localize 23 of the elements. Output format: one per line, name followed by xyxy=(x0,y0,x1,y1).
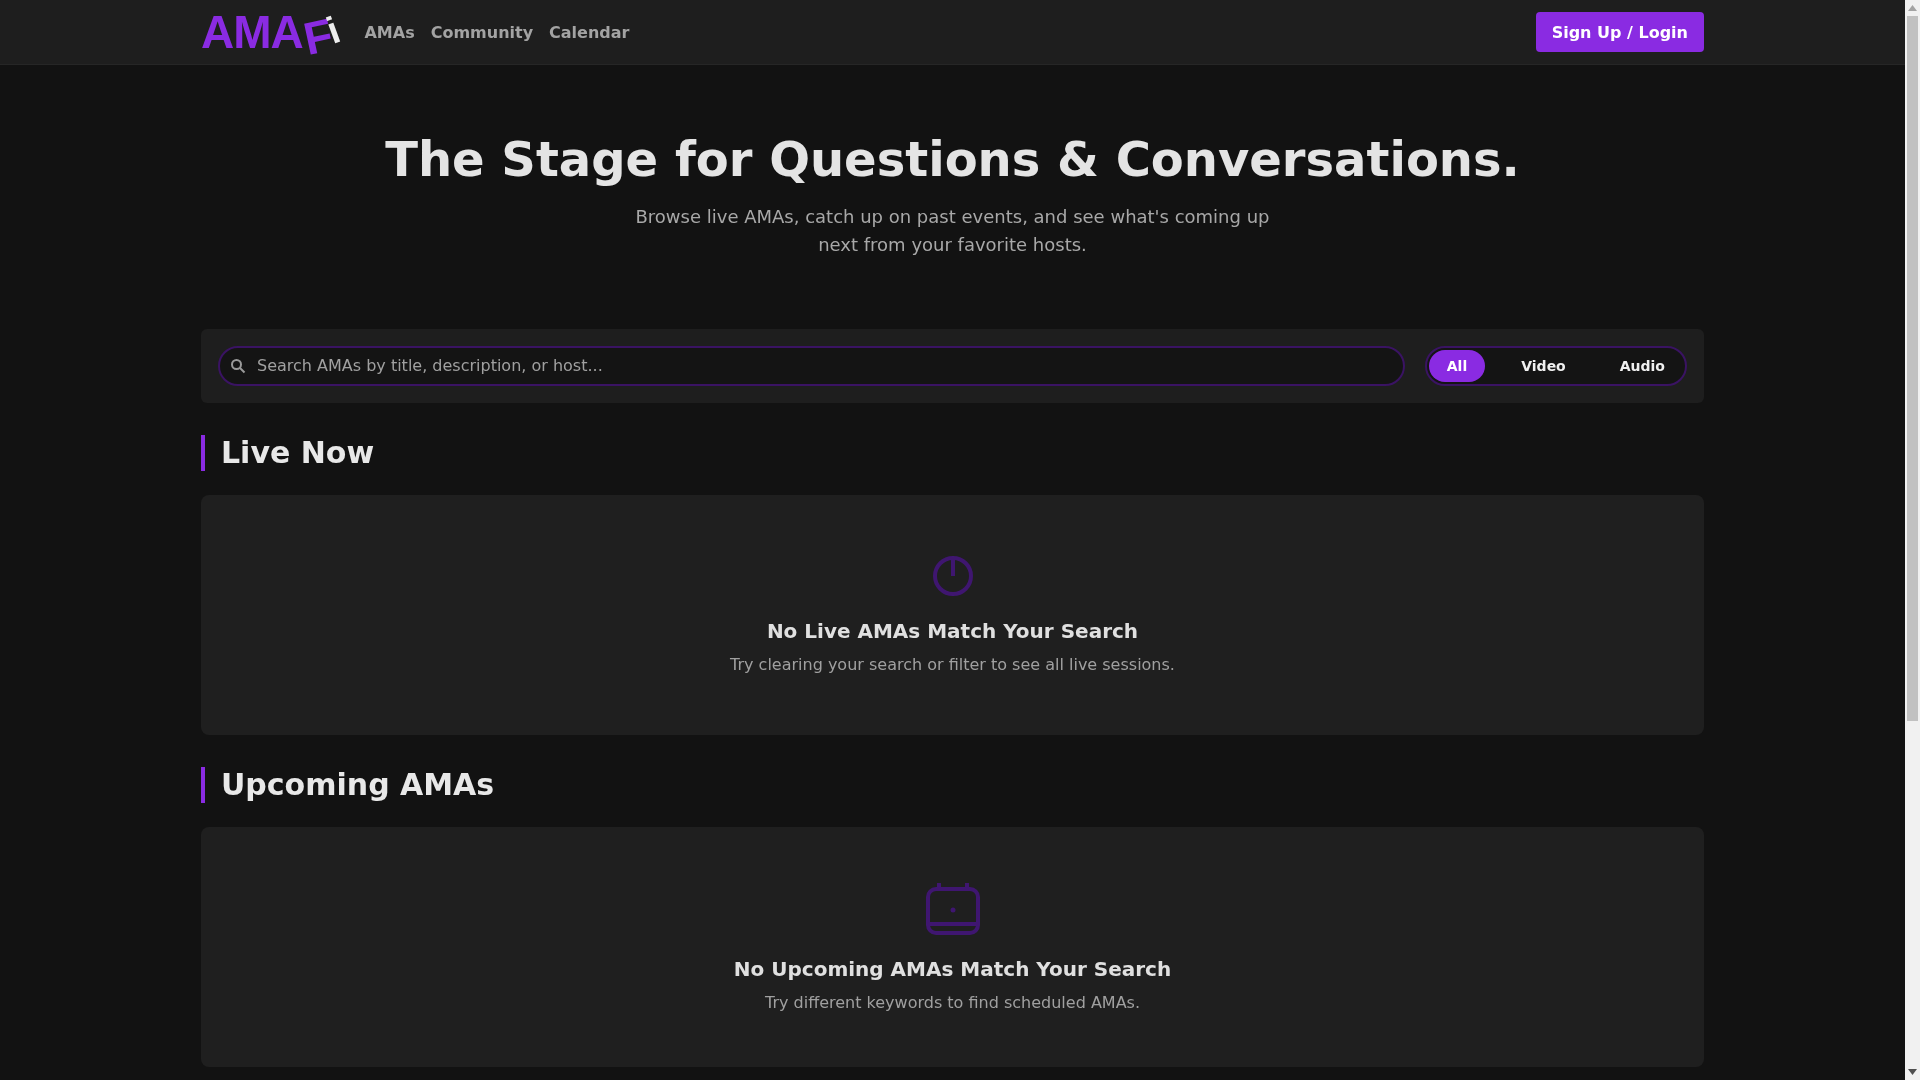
scroll-down-icon[interactable] xyxy=(1908,1069,1917,1075)
empty-state-text: Try clearing your search or filter to see all live sessions. xyxy=(730,655,1175,675)
hero-subtitle: Browse live AMAs, catch up on past events, and see what's coming up next from your favorite hosts. xyxy=(634,204,1271,257)
nav-link[interactable]: Community xyxy=(430,22,534,42)
empty-state-title: No Upcoming AMAs Match Your Search xyxy=(733,957,1172,982)
nav-link[interactable]: Calendar xyxy=(549,22,630,42)
scroll-up-icon[interactable] xyxy=(1908,5,1917,11)
search-field[interactable]: Search AMAs by title, description, or host... xyxy=(218,345,1405,386)
section-title: Live Now xyxy=(201,434,1704,471)
filter-tab[interactable]: Video xyxy=(1503,349,1584,382)
filter-tab[interactable]: Audio xyxy=(1601,349,1683,382)
scrollbar[interactable] xyxy=(1905,0,1920,1080)
clock-icon xyxy=(932,555,973,598)
filter-tab[interactable]: All xyxy=(1428,349,1486,382)
logo[interactable]: AMA F i xyxy=(201,9,340,55)
section-title: Upcoming AMAs xyxy=(201,766,1704,803)
scrollbar-thumb[interactable] xyxy=(1907,16,1918,721)
nav-link[interactable]: AMAs xyxy=(364,22,415,42)
empty-state-text: Try different keywords to find scheduled AMAs. xyxy=(765,993,1140,1013)
login-button[interactable]: Sign Up / Login xyxy=(1535,12,1704,52)
empty-state-title: No Live AMAs Match Your Search xyxy=(766,619,1139,644)
hero-title: The Stage for Questions & Conversations. xyxy=(384,131,1521,189)
calendar-icon xyxy=(925,881,980,936)
